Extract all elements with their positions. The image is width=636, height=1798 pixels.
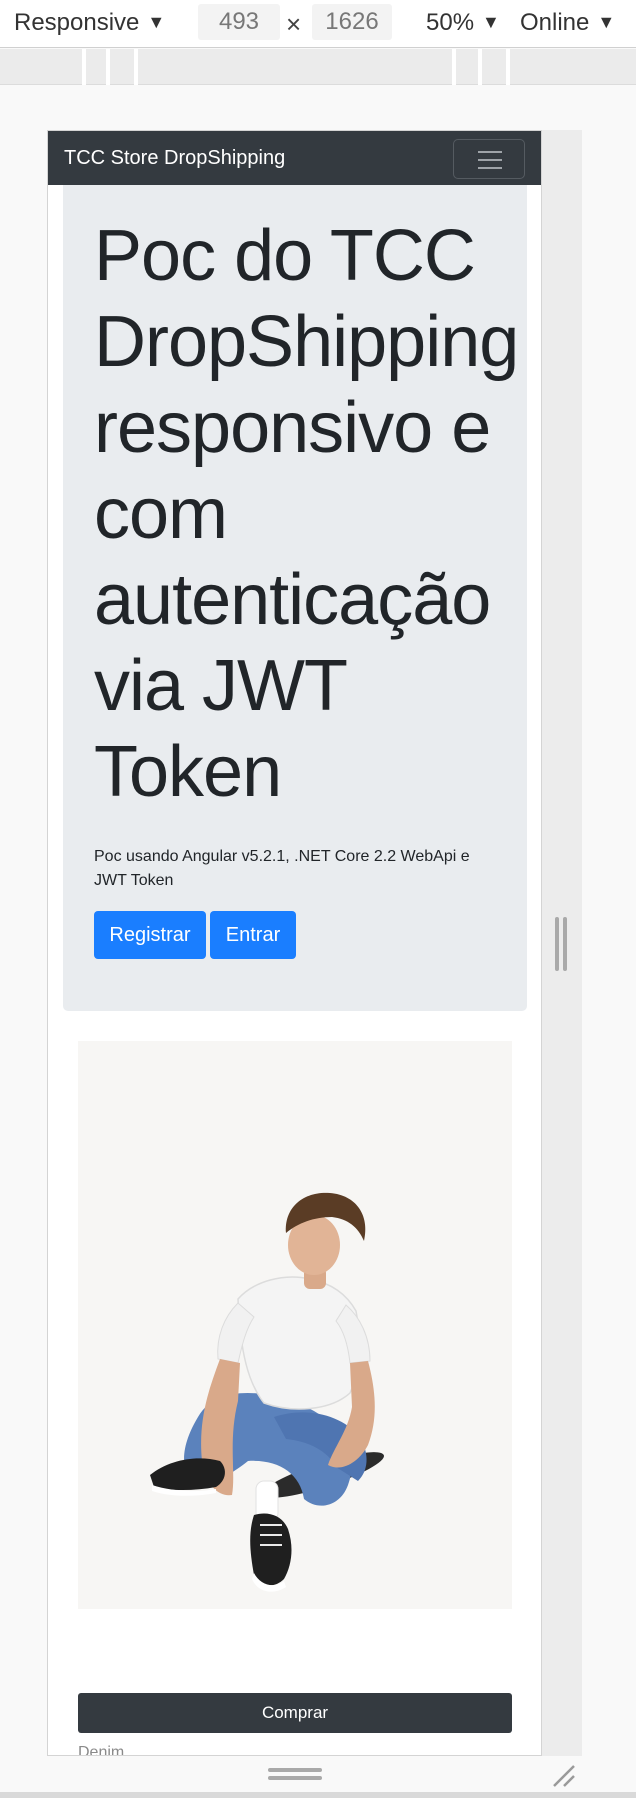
ruler-marker: [478, 49, 482, 85]
navbar-brand[interactable]: TCC Store DropShipping: [64, 131, 285, 185]
register-button[interactable]: Registrar: [94, 911, 206, 959]
dropdown-caret-icon: ▼: [482, 12, 500, 32]
jumbotron-title: Poc do TCC DropShipping responsivo e com…: [94, 216, 519, 812]
dimension-separator: ×: [286, 9, 302, 39]
ruler-marker: [452, 49, 456, 85]
viewport-height-input[interactable]: 1626: [312, 4, 392, 40]
jumbotron: Poc do TCC DropShipping responsivo e com…: [63, 185, 527, 1011]
device-mode-dropdown[interactable]: Responsive ▼: [14, 0, 165, 44]
viewport-resize-handle-right[interactable]: [555, 917, 569, 971]
product-name: Denim: [78, 1744, 125, 1756]
ruler-marker: [106, 49, 110, 85]
product-image[interactable]: [78, 1041, 512, 1609]
device-mode-label: Responsive: [14, 9, 140, 36]
ruler-marker: [134, 49, 138, 85]
devtools-device-toolbar: Responsive ▼ 493 × 1626 50% ▼ Online ▼: [0, 0, 636, 48]
resize-grip-icon[interactable]: [548, 1760, 578, 1790]
jumbotron-lead: Poc usando Angular v5.2.1, .NET Core 2.2…: [94, 848, 470, 889]
zoom-dropdown[interactable]: 50% ▼: [426, 0, 500, 44]
dropdown-caret-icon: ▼: [147, 12, 166, 32]
zoom-label: 50%: [426, 9, 475, 36]
throttling-label: Online: [520, 9, 590, 36]
viewport-width-input[interactable]: 493: [198, 4, 280, 40]
throttling-dropdown[interactable]: Online ▼: [520, 0, 615, 44]
ruler-marker: [82, 49, 86, 85]
product-photo-illustration: [78, 1041, 512, 1609]
navbar-toggler-button[interactable]: [453, 139, 525, 179]
navbar: TCC Store DropShipping: [48, 131, 541, 185]
window-bottom-edge: [0, 1792, 636, 1798]
login-button[interactable]: Entrar: [210, 911, 296, 959]
emulated-viewport: TCC Store DropShipping Poc do TCC DropSh…: [47, 130, 542, 1756]
viewport-resize-handle-bottom[interactable]: [268, 1768, 322, 1782]
buy-button[interactable]: Comprar: [78, 1693, 512, 1733]
ruler-marker: [506, 49, 510, 85]
dropdown-caret-icon: ▼: [597, 12, 616, 32]
media-query-ruler[interactable]: [0, 49, 636, 85]
